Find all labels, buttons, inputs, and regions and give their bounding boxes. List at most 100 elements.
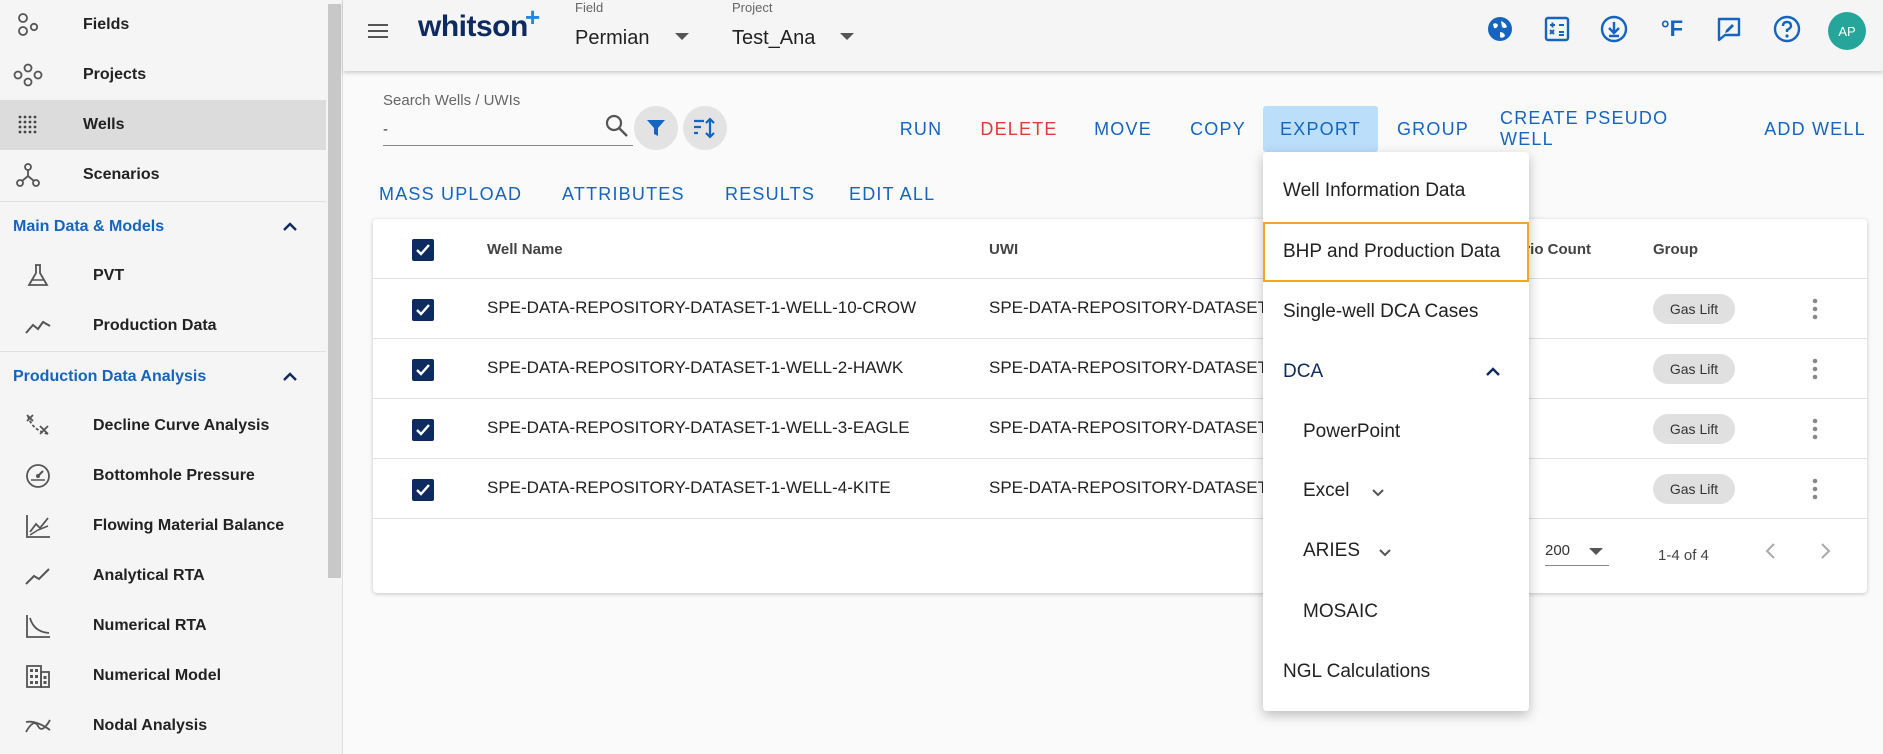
table-row[interactable]: SPE-DATA-REPOSITORY-DATASET-1-WELL-3-EAG… [373,399,1867,459]
edit-all-button[interactable]: EDIT ALL [849,184,935,205]
sidebar-item-wells[interactable]: Wells [0,100,326,150]
chevron-down-icon [1379,549,1391,557]
add-well-button[interactable]: ADD WELL [1760,106,1870,152]
feedback-icon[interactable] [1712,12,1746,46]
globe-icon[interactable] [1483,12,1517,46]
menu-item-ngl-calculations[interactable]: NGL Calculations [1263,643,1529,701]
create-pseudo-well-button[interactable]: CREATE PSEUDO WELL [1500,106,1724,152]
copy-button[interactable]: COPY [1183,106,1253,152]
cell-well-name: SPE-DATA-REPOSITORY-DATASET-1-WELL-3-EAG… [487,418,910,437]
flask-icon [22,260,54,292]
sidebar-item-flowing-material-balance[interactable]: Flowing Material Balance [0,501,326,551]
delete-button[interactable]: DELETE [973,106,1065,152]
more-vert-icon[interactable] [1803,474,1827,504]
help-icon[interactable] [1770,12,1804,46]
chevron-up-icon[interactable] [280,217,300,237]
temperature-unit-icon[interactable]: °F [1655,12,1689,46]
search-icon[interactable] [604,113,630,139]
sort-button[interactable] [683,106,727,150]
menu-item-bhp-production-data[interactable]: BHP and Production Data [1263,222,1529,282]
table-row[interactable]: SPE-DATA-REPOSITORY-DATASET-1-WELL-4-KIT… [373,459,1867,519]
sidebar: Fields Projects Wells Scenarios Main Dat… [0,0,343,754]
group-button[interactable]: GROUP [1393,106,1473,152]
menu-item-excel[interactable]: Excel [1263,462,1529,520]
sidebar-item-pvt[interactable]: PVT [0,251,326,301]
chevron-left-icon[interactable] [1759,539,1783,563]
mass-upload-button[interactable]: MASS UPLOAD [379,184,522,205]
group-chip[interactable]: Gas Lift [1653,354,1735,384]
menu-item-label: Single-well DCA Cases [1283,301,1479,322]
move-button[interactable]: MOVE [1087,106,1159,152]
header-well-name[interactable]: Well Name [487,241,563,258]
sidebar-item-label: Decline Curve Analysis [93,417,270,434]
header-uwi[interactable]: UWI [989,241,1018,258]
attributes-button[interactable]: ATTRIBUTES [562,184,685,205]
rows-per-page-select[interactable]: 200 [1545,534,1609,566]
avatar[interactable]: AP [1828,12,1866,50]
field-selector[interactable]: Field Permian [575,0,695,60]
export-button[interactable]: EXPORT [1263,106,1378,152]
download-icon[interactable] [1597,12,1631,46]
more-vert-icon[interactable] [1803,354,1827,384]
section-label: Production Data Analysis [13,367,207,385]
decline-curve-icon [22,410,54,442]
sidebar-item-bottomhole-pressure[interactable]: Bottomhole Pressure [0,451,326,501]
group-chip[interactable]: Gas Lift [1653,474,1735,504]
menu-item-well-information-data[interactable]: Well Information Data [1263,162,1529,220]
chevron-right-icon[interactable] [1813,539,1837,563]
sidebar-item-production-data[interactable]: Production Data [0,301,326,351]
calculator-icon[interactable] [1540,12,1574,46]
export-menu: Well Information Data BHP and Production… [1263,152,1529,711]
table-header: Well Name UWI ario Count Group [373,219,1867,279]
filter-button[interactable] [634,106,678,150]
search-input[interactable] [383,114,633,146]
section-production-data-analysis[interactable]: Production Data Analysis [0,351,326,401]
sidebar-item-projects[interactable]: Projects [0,50,326,100]
sidebar-item-label: Production Data [93,317,217,334]
rows-per-page-value: 200 [1545,542,1571,559]
section-main-data-models[interactable]: Main Data & Models [0,201,326,251]
sidebar-item-label: Wells [83,116,125,133]
group-chip[interactable]: Gas Lift [1653,294,1735,324]
caret-down-icon [840,33,854,40]
sidebar-item-numerical-rta[interactable]: Numerical RTA [0,601,326,651]
menu-item-powerpoint[interactable]: PowerPoint [1263,403,1529,461]
menu-item-aries[interactable]: ARIES [1263,522,1529,580]
projects-icon [12,59,44,91]
sidebar-item-label: Flowing Material Balance [93,517,285,534]
filter-icon [647,120,665,136]
header-group[interactable]: Group [1653,241,1698,258]
cell-uwi: SPE-DATA-REPOSITORY-DATASET-1 [989,418,1283,437]
chevron-up-icon[interactable] [280,367,300,387]
table-row[interactable]: SPE-DATA-REPOSITORY-DATASET-1-WELL-2-HAW… [373,339,1867,399]
menu-icon[interactable] [365,18,391,44]
sidebar-item-numerical-model[interactable]: Numerical Model [0,651,326,701]
more-vert-icon[interactable] [1803,294,1827,324]
row-checkbox[interactable] [412,479,434,501]
sidebar-item-analytical-rta[interactable]: Analytical RTA [0,551,326,601]
select-all-checkbox[interactable] [412,239,434,261]
sidebar-item-scenarios[interactable]: Scenarios [0,150,326,200]
table-row[interactable]: SPE-DATA-REPOSITORY-DATASET-1-WELL-10-CR… [373,279,1867,339]
project-selector[interactable]: Project Test_Ana [732,0,862,60]
row-checkbox[interactable] [412,359,434,381]
menu-item-dca[interactable]: DCA [1263,343,1529,401]
run-button[interactable]: RUN [890,106,952,152]
sidebar-item-label: Scenarios [83,166,160,183]
results-button[interactable]: RESULTS [725,184,815,205]
sidebar-item-decline-curve-analysis[interactable]: Decline Curve Analysis [0,401,326,451]
row-checkbox[interactable] [412,419,434,441]
fields-icon [12,9,44,41]
sidebar-scrollbar[interactable] [328,4,341,578]
menu-item-single-well-dca-cases[interactable]: Single-well DCA Cases [1263,283,1529,341]
sidebar-item-fields[interactable]: Fields [0,0,326,50]
cell-well-name: SPE-DATA-REPOSITORY-DATASET-1-WELL-4-KIT… [487,478,891,497]
menu-item-label: BHP and Production Data [1283,241,1501,262]
row-checkbox[interactable] [412,299,434,321]
sidebar-item-nodal-analysis[interactable]: Nodal Analysis [0,701,326,751]
caret-down-icon [675,33,689,40]
check-icon [416,244,430,256]
group-chip[interactable]: Gas Lift [1653,414,1735,444]
more-vert-icon[interactable] [1803,414,1827,444]
menu-item-mosaic[interactable]: MOSAIC [1263,583,1529,641]
